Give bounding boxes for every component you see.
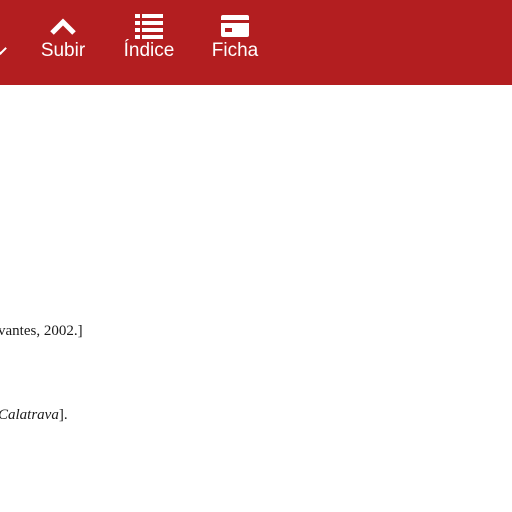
subir-button[interactable]: Subir xyxy=(38,14,88,64)
reference-tail-text: ]. xyxy=(58,407,68,423)
document-body: vantes, 2002.] Calatrava]. xyxy=(0,85,512,512)
card-icon xyxy=(220,14,250,38)
chevron-up-icon xyxy=(48,14,78,38)
reference-italic-text: Calatrava xyxy=(0,407,59,423)
top-toolbar: Subir Índice Ficha xyxy=(0,0,512,85)
list-icon xyxy=(134,14,164,39)
reference-line-1: vantes, 2002.] xyxy=(0,323,83,339)
chevron-down-icon[interactable] xyxy=(0,42,7,55)
subir-label: Subir xyxy=(40,40,86,61)
ficha-button[interactable]: Ficha xyxy=(208,14,262,64)
indice-label: Índice xyxy=(123,40,175,61)
indice-button[interactable]: Índice xyxy=(120,14,178,64)
ficha-label: Ficha xyxy=(211,40,259,61)
reference-line-2: Calatrava]. xyxy=(0,407,68,424)
